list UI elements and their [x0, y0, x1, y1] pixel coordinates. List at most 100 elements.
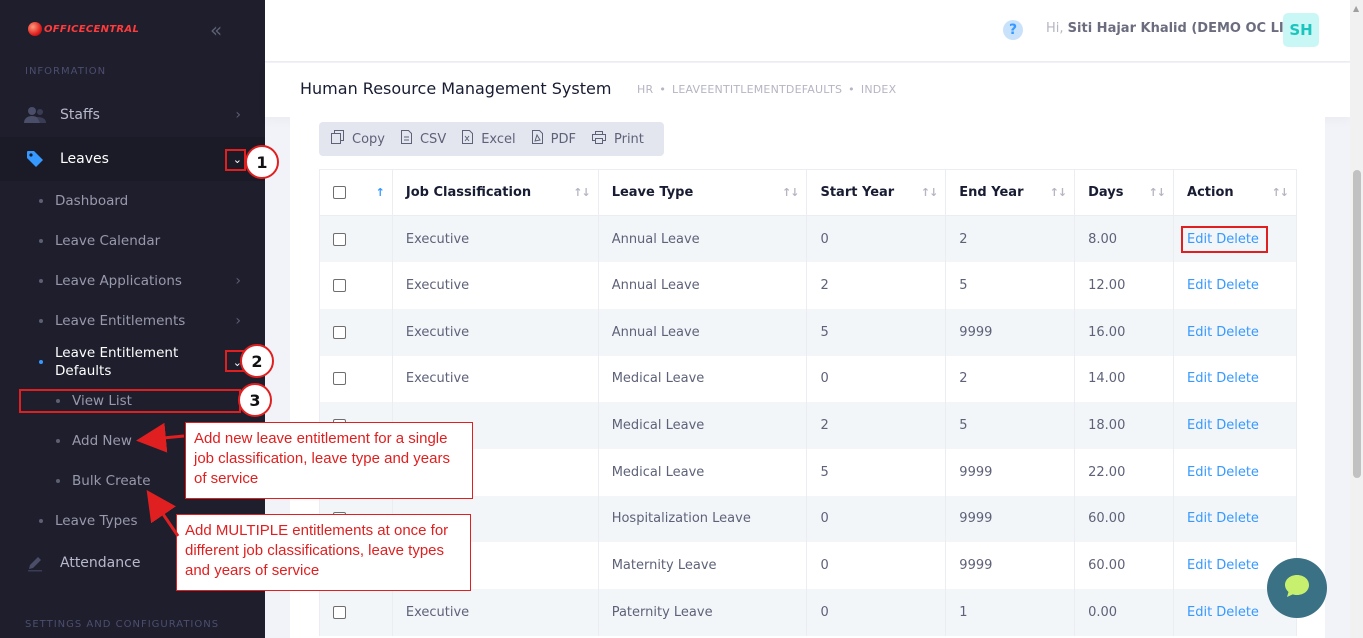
chat-bubble-icon — [1282, 571, 1312, 605]
breadcrumb-item[interactable]: INDEX — [861, 83, 896, 96]
edit-link[interactable]: Edit — [1187, 325, 1212, 340]
avatar[interactable]: SH — [1283, 13, 1319, 47]
row-select-cell[interactable] — [319, 262, 393, 309]
delete-link[interactable]: Delete — [1216, 465, 1259, 480]
cell-leave-type: Annual Leave — [597, 308, 808, 356]
sidebar-subitem-leave-applications[interactable]: Leave Applications › — [0, 271, 265, 291]
user-greeting[interactable]: Hi, Siti Hajar Khalid (DEMO OC LITE) — [1046, 21, 1307, 36]
column-header-action[interactable]: Action ↑↓ — [1173, 169, 1297, 216]
column-header-job-classification[interactable]: Job Classification ↑↓ — [391, 169, 599, 216]
cell-start-year: 0 — [806, 495, 947, 543]
bullet-dot — [39, 519, 43, 523]
sort-icon[interactable]: ↑↓ — [1149, 186, 1166, 199]
row-checkbox[interactable] — [333, 325, 346, 339]
sort-icon[interactable]: ↑↓ — [782, 186, 799, 199]
delete-link[interactable]: Delete — [1216, 371, 1259, 386]
row-select-cell[interactable] — [319, 308, 393, 356]
cell-end-year: 1 — [945, 589, 1076, 636]
edit-link[interactable]: Edit — [1187, 371, 1212, 386]
column-label: Start Year — [820, 185, 895, 200]
button-label: Print — [613, 131, 644, 147]
table-row[interactable]: Executive Medical Leave 0 2 14.00 Edit Delete — [319, 355, 1297, 403]
officecentral-logo[interactable]: OFFICECENTRAL — [28, 20, 139, 38]
chevron-right-icon: › — [235, 273, 241, 289]
callout-bulk-create: Add MULTIPLE entitlements at once for di… — [176, 514, 471, 591]
sort-icon[interactable]: ↑↓ — [573, 186, 590, 199]
column-header-days[interactable]: Days ↑↓ — [1074, 169, 1175, 216]
sort-icon[interactable]: ↑↓ — [1050, 186, 1067, 199]
row-checkbox[interactable] — [333, 372, 346, 386]
cell-end-year: 9999 — [945, 308, 1076, 356]
bullet-dot — [56, 479, 60, 483]
sidebar-subitem-dashboard[interactable]: Dashboard — [0, 191, 265, 211]
edit-link[interactable]: Edit — [1187, 558, 1212, 573]
row-select-cell[interactable] — [319, 589, 393, 636]
print-button[interactable]: Print — [588, 130, 656, 148]
scroll-up-icon[interactable]: ▲ — [1353, 4, 1359, 13]
subitem-label: Leave Entitlements — [55, 313, 186, 329]
delete-link[interactable]: Delete — [1216, 278, 1259, 293]
select-all-checkbox[interactable] — [333, 186, 346, 199]
sort-icon[interactable]: ↑↓ — [1272, 186, 1289, 199]
subitem-label: Leave Applications — [55, 273, 182, 289]
table-row[interactable]: Executive Paternity Leave 0 1 0.00 Edit Delete — [319, 589, 1297, 636]
csv-button[interactable]: CSV — [397, 130, 458, 148]
edit-link[interactable]: Edit — [1187, 465, 1212, 480]
chat-support-button[interactable] — [1267, 558, 1327, 618]
edit-link[interactable]: Edit — [1187, 605, 1212, 620]
bullet-dot — [39, 199, 43, 203]
sort-icon[interactable]: ↑ — [376, 186, 385, 199]
breadcrumb-separator: • — [659, 83, 667, 96]
page-title: Human Resource Management System — [300, 79, 612, 98]
cell-days: 12.00 — [1074, 262, 1175, 309]
row-select-cell[interactable] — [319, 355, 393, 403]
delete-link[interactable]: Delete — [1216, 605, 1259, 620]
column-header-leave-type[interactable]: Leave Type ↑↓ — [597, 169, 808, 216]
users-icon — [23, 106, 47, 124]
cell-action: Edit Delete — [1173, 355, 1297, 403]
bullet-dot — [39, 239, 43, 243]
bullet-dot — [39, 360, 43, 364]
subitem-label: Leave Types — [55, 513, 138, 529]
csv-file-icon — [400, 130, 412, 148]
column-header-end-year[interactable]: End Year ↑↓ — [945, 169, 1076, 216]
table-row[interactable]: Executive Annual Leave 2 5 12.00 Edit Delete — [319, 262, 1297, 309]
cell-days: 18.00 — [1074, 402, 1175, 449]
sort-icon[interactable]: ↑↓ — [921, 186, 938, 199]
edit-link[interactable]: Edit — [1187, 511, 1212, 526]
cell-start-year: 0 — [806, 542, 947, 589]
excel-button[interactable]: Excel — [458, 130, 527, 148]
cell-action: Edit Delete — [1173, 495, 1297, 543]
breadcrumb-item[interactable]: LEAVEENTITLEMENTDEFAULTS — [672, 83, 842, 96]
delete-link[interactable]: Delete — [1216, 511, 1259, 526]
delete-link[interactable]: Delete — [1216, 558, 1259, 573]
row-checkbox[interactable] — [333, 279, 346, 293]
cell-job-classification: Executive — [391, 589, 599, 636]
chevron-right-icon: › — [235, 313, 241, 329]
page-scrollbar[interactable]: ▲ — [1350, 0, 1363, 638]
row-checkbox[interactable] — [333, 232, 346, 246]
collapse-sidebar-icon[interactable]: « — [210, 18, 222, 42]
column-header-start-year[interactable]: Start Year ↑↓ — [806, 169, 947, 216]
edit-link[interactable]: Edit — [1187, 418, 1212, 433]
help-icon[interactable]: ? — [1003, 20, 1023, 40]
pdf-button[interactable]: PDF — [528, 130, 588, 148]
sidebar-item-staffs[interactable]: Staffs › — [0, 93, 265, 137]
subitem-label: Dashboard — [55, 193, 129, 209]
table-row[interactable]: Executive Annual Leave 0 2 8.00 Edit Delete — [319, 215, 1297, 263]
cell-days: 60.00 — [1074, 495, 1175, 543]
row-checkbox[interactable] — [333, 605, 346, 619]
breadcrumb-item[interactable]: HR — [637, 83, 653, 96]
sidebar-subitem-leave-calendar[interactable]: Leave Calendar — [0, 231, 265, 251]
delete-link[interactable]: Delete — [1216, 325, 1259, 340]
select-all-header[interactable]: ↑ — [319, 169, 393, 216]
copy-button[interactable]: Copy — [327, 130, 397, 148]
delete-link[interactable]: Delete — [1216, 418, 1259, 433]
edit-link[interactable]: Edit — [1187, 278, 1212, 293]
row-select-cell[interactable] — [319, 215, 393, 263]
table-row[interactable]: Executive Annual Leave 5 9999 16.00 Edit Delet… — [319, 308, 1297, 356]
sidebar-subitem-leave-entitlements[interactable]: Leave Entitlements › — [0, 311, 265, 331]
scrollbar-thumb[interactable] — [1353, 170, 1361, 478]
cell-leave-type: Hospitalization Leave — [597, 495, 808, 543]
column-label: Leave Type — [611, 185, 694, 200]
